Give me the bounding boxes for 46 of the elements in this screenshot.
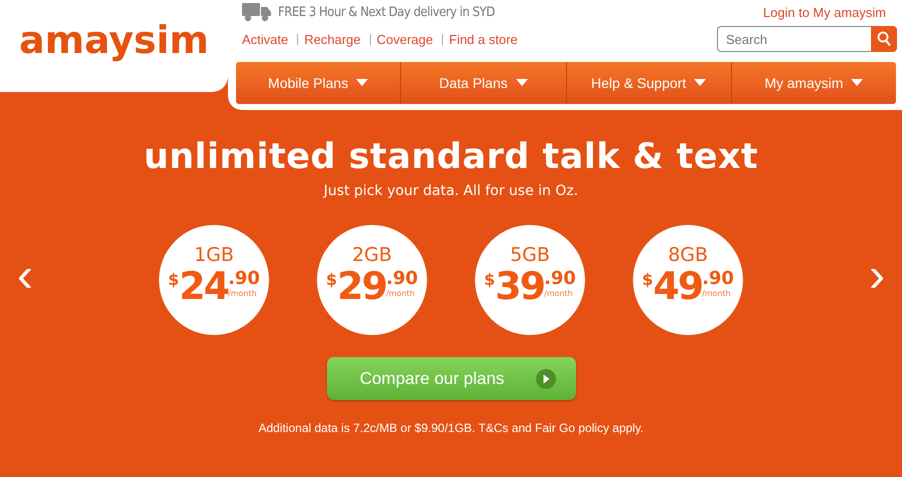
nav-link[interactable]: Coverage xyxy=(370,34,438,44)
price-cents: .90 xyxy=(386,269,418,289)
price-period: /month xyxy=(544,289,574,298)
currency-sign: $ xyxy=(326,270,338,289)
caret-icon xyxy=(356,79,368,87)
search-field[interactable]: Search xyxy=(717,26,871,52)
next-button[interactable]: › xyxy=(852,256,902,304)
caret-icon xyxy=(851,79,864,87)
compare-plans-button[interactable]: Compare our plans xyxy=(326,357,576,400)
price-cents: .90 xyxy=(702,269,734,289)
currency-sign: $ xyxy=(484,270,496,289)
nav-link[interactable]: Activate xyxy=(242,32,294,46)
price-dollars: 49 xyxy=(653,264,702,308)
search-button[interactable] xyxy=(871,26,897,52)
currency-sign: $ xyxy=(642,270,654,289)
plan-size: 2GB xyxy=(352,244,392,266)
plan-size: 1GB xyxy=(194,244,234,266)
delivery-text: FREE 3 Hour & Next Day delivery in SYD xyxy=(278,4,495,20)
price-dollars: 39 xyxy=(495,264,544,308)
search-icon xyxy=(877,31,891,47)
nav-menu-item[interactable]: Mobile Plans xyxy=(236,62,400,104)
price-cents: .90 xyxy=(228,269,260,289)
price-period: /month xyxy=(386,289,416,298)
price-cents: .90 xyxy=(544,269,576,289)
hero-subtitle: Just pick your data. All for use in Oz. xyxy=(324,183,578,199)
nav-link[interactable]: Find a store xyxy=(442,34,523,44)
price-dollars: 29 xyxy=(337,264,386,308)
play-icon xyxy=(536,368,556,388)
price-dollars: 24 xyxy=(179,264,228,308)
price-period: /month xyxy=(228,289,258,298)
nav-menu-item[interactable]: Data Plans xyxy=(400,62,566,104)
login-link[interactable]: Login to My amaysim xyxy=(763,4,886,20)
price-period: /month xyxy=(702,289,732,298)
nav-menu-item[interactable]: My amaysim xyxy=(730,62,896,104)
plan-size: 8GB xyxy=(668,244,708,266)
caret-icon xyxy=(694,79,706,87)
caret-icon xyxy=(516,79,528,87)
nav-link[interactable]: Recharge xyxy=(297,34,366,44)
previous-button[interactable]: ‹ xyxy=(0,256,50,304)
footnote: Additional data is 7.2c/MB or $9.90/1GB. T&Cs and Fair Go policy apply. xyxy=(258,421,644,435)
currency-sign: $ xyxy=(168,270,180,289)
nav-menu-item[interactable]: Help & Support xyxy=(566,62,731,104)
plan-size: 5GB xyxy=(510,244,550,266)
truck-icon xyxy=(242,2,272,22)
logo[interactable]: amaysim xyxy=(19,18,209,62)
hero-title: unlimited standard talk & text xyxy=(144,137,758,177)
